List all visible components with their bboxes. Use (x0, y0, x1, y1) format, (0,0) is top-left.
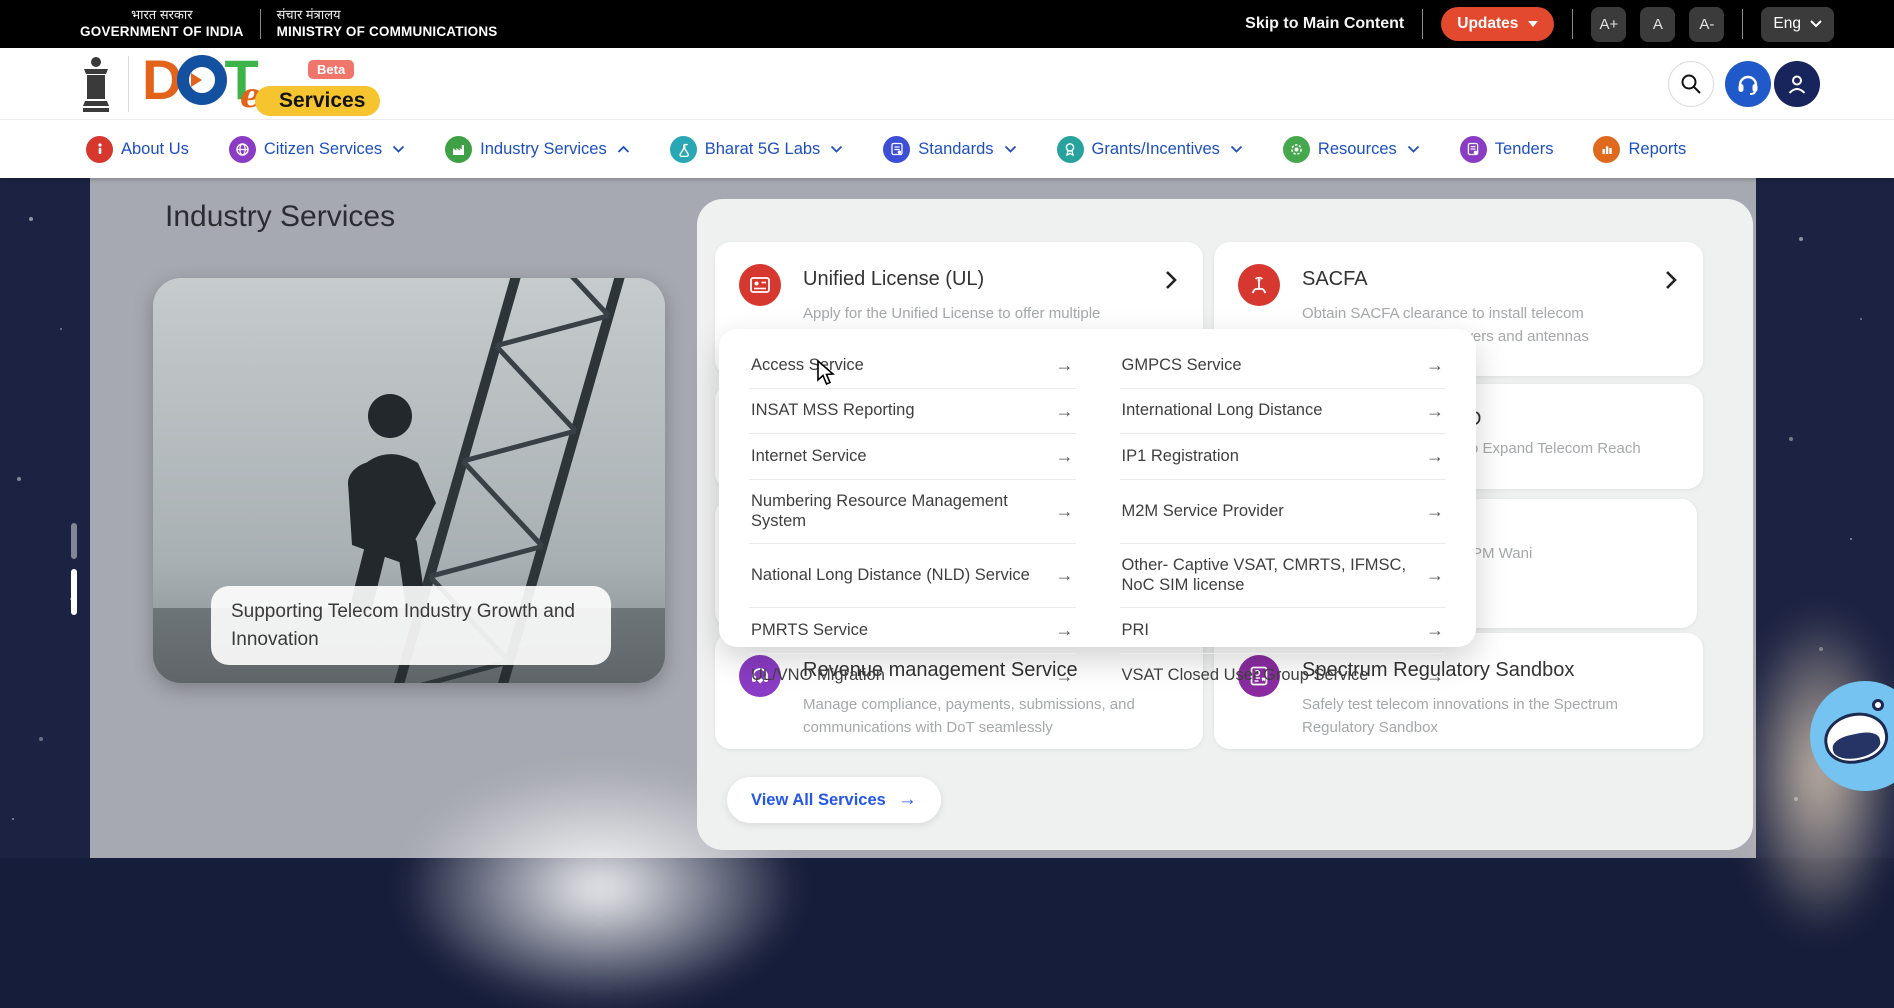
language-selector[interactable]: Eng (1761, 6, 1834, 42)
page-title: Industry Services (165, 200, 396, 233)
chevron-down-icon (1810, 20, 1822, 28)
card-description: Manage compliance, payments, submissions… (803, 696, 1135, 737)
stars-background (0, 178, 2, 180)
chevron-down-icon (1004, 145, 1017, 154)
lab-flask-icon (669, 135, 697, 163)
nav-item-tenders[interactable]: Tenders (1459, 135, 1553, 163)
dropdown-item-access-service[interactable]: Access Service (749, 343, 1076, 389)
nav-item-resources[interactable]: Resources (1282, 135, 1420, 163)
dropdown-item-pri[interactable]: PRI (1119, 608, 1446, 654)
factory-icon (445, 135, 473, 163)
topbar-divider (259, 9, 261, 39)
user-icon (1788, 75, 1806, 94)
chevron-down-icon (1528, 21, 1539, 27)
nav-item-citizen-services[interactable]: Citizen Services (228, 135, 405, 163)
site-header: D T e Services Beta (0, 48, 1894, 120)
bar-chart-icon (1593, 135, 1621, 163)
id-card-icon (739, 264, 781, 306)
card-description-fragment: o Expand Telecom Reach (1470, 440, 1641, 457)
dropdown-item-pmrts-service[interactable]: PMRTS Service (749, 608, 1076, 654)
government-topbar: भारत सरकार GOVERNMENT OF INDIA संचार मंत… (0, 0, 1894, 48)
chevron-right-icon[interactable] (1665, 270, 1677, 295)
logo-services-pill: Services (255, 86, 381, 116)
info-icon (86, 135, 113, 163)
topbar-divider (1422, 9, 1424, 39)
dropdown-item-other-captive-vsat[interactable]: Other- Captive VSAT, CMRTS, IFMSC, NoC S… (1119, 544, 1446, 608)
font-increase-button[interactable]: A+ (1591, 6, 1627, 42)
dropdown-item-m2m-service-provider[interactable]: M2M Service Provider (1119, 480, 1446, 544)
main-content: Industry Services Supporting Telecom Ind… (0, 178, 1894, 1008)
chevron-right-icon[interactable] (1165, 270, 1177, 295)
logo-divider (128, 56, 129, 112)
nav-item-reports[interactable]: Reports (1593, 135, 1686, 163)
beta-badge: Beta (308, 60, 355, 79)
antenna-tower-icon (1238, 264, 1280, 306)
india-emblem (83, 57, 109, 112)
main-navigation: About Us Citizen Services Industry Servi… (0, 120, 1894, 178)
mouse-cursor (817, 360, 835, 386)
dropdown-item-internet-service[interactable]: Internet Service (749, 434, 1076, 480)
card-title: Unified License (UL) (803, 268, 985, 290)
ministry-logo: संचार मंत्रालय MINISTRY OF COMMUNICATION… (277, 7, 498, 40)
nav-item-about-us[interactable]: About Us (86, 135, 189, 163)
dropdown-item-international-long-distance[interactable]: International Long Distance (1119, 389, 1446, 434)
topbar-divider (1742, 9, 1744, 39)
ministry-hindi-text: संचार मंत्रालय (276, 7, 341, 23)
globe-hands-icon (228, 135, 256, 163)
chevron-down-icon (830, 145, 843, 154)
gov-english-text: GOVERNMENT OF INDIA (80, 23, 244, 39)
support-button[interactable] (1725, 61, 1771, 107)
ministry-english-text: MINISTRY OF COMMUNICATIONS (276, 23, 498, 39)
dropdown-item-ulvno-migration[interactable]: UL/VNO Migration (749, 654, 1076, 699)
nav-item-industry-services[interactable]: Industry Services (445, 135, 630, 163)
headset-icon (1738, 75, 1758, 95)
robot-face-icon (1819, 706, 1893, 770)
gov-of-india-logo: भारत सरकार GOVERNMENT OF INDIA (80, 7, 244, 40)
medal-icon (1056, 135, 1084, 163)
chevron-down-icon (392, 145, 405, 154)
chevron-down-icon (1407, 145, 1420, 154)
font-reset-button[interactable]: A (1640, 6, 1676, 42)
card-description: Safely test telecom innovations in the S… (1302, 696, 1618, 737)
font-decrease-button[interactable]: A- (1689, 6, 1725, 42)
logo-letter-d: D (142, 48, 182, 111)
dropdown-item-vsat-closed-user-group[interactable]: VSAT Closed User Group Service (1120, 654, 1447, 699)
card-description-fragment: PM Wani (1472, 545, 1533, 562)
user-account-button[interactable] (1774, 61, 1820, 107)
carousel-indicator-active[interactable] (71, 569, 77, 615)
dropdown-item-numbering-resource[interactable]: Numbering Resource Management System (749, 480, 1076, 544)
logo-o-ring (177, 55, 228, 105)
dropdown-item-gmpcs-service[interactable]: GMPCS Service (1119, 343, 1446, 389)
carousel-indicator[interactable] (71, 523, 77, 559)
chevron-down-icon (1230, 145, 1243, 154)
view-all-services-button[interactable]: View All Services (727, 777, 941, 823)
photo-caption: Supporting Telecom Industry Growth and I… (211, 586, 611, 666)
search-icon (1681, 74, 1701, 94)
chevron-up-icon (617, 145, 630, 154)
search-button[interactable] (1668, 61, 1714, 107)
nav-item-standards[interactable]: Standards (883, 135, 1017, 163)
updates-button[interactable]: Updates (1441, 7, 1555, 41)
tender-document-icon (1459, 135, 1487, 163)
gov-hindi-text: भारत सरकार (130, 7, 193, 23)
nav-item-bharat-5g-labs[interactable]: Bharat 5G Labs (669, 135, 844, 163)
dropdown-item-ip1-registration[interactable]: IP1 Registration (1119, 434, 1446, 480)
document-badge-icon (883, 135, 911, 163)
skip-to-main-content-link[interactable]: Skip to Main Content (1245, 15, 1404, 33)
industry-photo-card: Supporting Telecom Industry Growth and I… (153, 278, 665, 683)
dropdown-item-insat-mss-reporting[interactable]: INSAT MSS Reporting (749, 389, 1076, 434)
nav-item-grants-incentives[interactable]: Grants/Incentives (1056, 135, 1243, 163)
gear-icon (1282, 135, 1310, 163)
card-title: SACFA (1302, 268, 1368, 290)
dropdown-item-nld-service[interactable]: National Long Distance (NLD) Service (749, 544, 1076, 608)
robot-antenna-icon (1872, 699, 1884, 711)
topbar-divider (1572, 9, 1574, 39)
carousel-indicators[interactable] (71, 523, 77, 615)
